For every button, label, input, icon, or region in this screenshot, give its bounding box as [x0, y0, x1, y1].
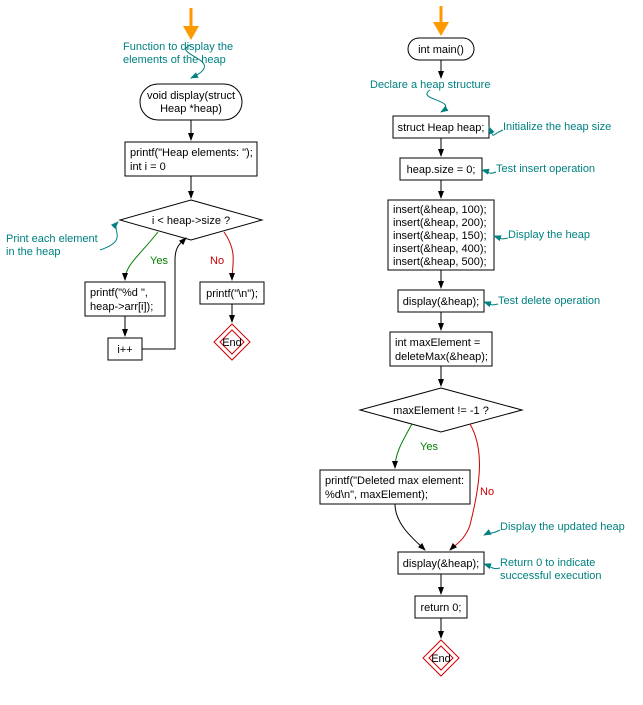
ann-return0: Return 0 to indicate successful executio… — [500, 557, 602, 582]
flowchart-canvas: Function to display the elements of the … — [0, 0, 643, 705]
display-sig-l1: void display(struct — [147, 90, 235, 102]
start-arrow-left — [183, 8, 199, 40]
ann-print-each: Print each element in the heap — [6, 233, 101, 258]
yes-label-left: Yes — [150, 255, 168, 267]
ann-func-line1: Function to display the — [123, 41, 233, 53]
decision-loop-cond: i < heap->size ? — [120, 200, 262, 240]
process-deletemax: int maxElement = deleteMax(&heap); — [390, 332, 492, 366]
decision-maxelement: maxElement != -1 ? — [360, 388, 522, 432]
process-display2: display(&heap); — [398, 552, 484, 574]
ins5: insert(&heap, 500); — [393, 256, 487, 268]
end-node-right: End — [423, 640, 459, 676]
delmax-l2: deleteMax(&heap); — [395, 351, 488, 363]
process-print-element: printf("%d ", heap->arr[i]); — [85, 282, 165, 316]
ann-display-updated: Display the updated heap — [500, 521, 625, 533]
incr-text: i++ — [117, 344, 132, 356]
terminal-display-func: void display(struct Heap *heap) — [140, 84, 242, 120]
end-text-right: End — [431, 653, 451, 665]
display-sig-l2: Heap *heap) — [160, 103, 222, 115]
flowchart-main: int main() Declare a heap structure stru… — [320, 6, 625, 676]
ins1: insert(&heap, 100); — [393, 204, 487, 216]
printdel-l2: %d\n", maxElement); — [325, 489, 428, 501]
newline-text: printf("\n"); — [206, 288, 258, 300]
process-declare-heap: struct Heap heap; — [393, 116, 489, 138]
ann-func-line2: elements of the heap — [123, 54, 226, 66]
ins2: insert(&heap, 200); — [393, 217, 487, 229]
declare-heap-text: struct Heap heap; — [398, 122, 485, 134]
print-el-l1: printf("%d ", — [90, 287, 148, 299]
process-init-loop: printf("Heap elements: "); int i = 0 — [125, 142, 257, 176]
cond-max-text: maxElement != -1 ? — [393, 405, 489, 417]
ann-func-display: Function to display the — [123, 41, 233, 53]
start-arrow-right — [433, 6, 449, 36]
end-node-left: End — [214, 324, 250, 360]
main-sig: int main() — [418, 44, 464, 56]
ann-test-delete: Test delete operation — [498, 295, 600, 307]
ann-declare-heap: Declare a heap structure — [370, 79, 490, 91]
end-text-left: End — [222, 337, 242, 349]
svg-text:void display(struct: void display(struct — [147, 90, 235, 102]
init-size-text: heap.size = 0; — [407, 164, 476, 176]
yes-label-right: Yes — [420, 441, 438, 453]
cond-loop-text: i < heap->size ? — [152, 215, 230, 227]
process-print-deleted: printf("Deleted max element: %d\n", maxE… — [320, 470, 470, 504]
ins4: insert(&heap, 400); — [393, 243, 487, 255]
delmax-l1: int maxElement = — [395, 337, 480, 349]
return0-text: return 0; — [421, 602, 462, 614]
flowchart-display: Function to display the elements of the … — [6, 8, 264, 360]
init-loop-l1: printf("Heap elements: "); — [130, 147, 253, 159]
print-el-l2: heap->arr[i]); — [90, 301, 153, 313]
ann-display-heap: Display the heap — [508, 229, 590, 241]
ins3: insert(&heap, 150); — [393, 230, 487, 242]
terminal-main: int main() — [408, 38, 474, 60]
process-increment: i++ — [108, 338, 142, 360]
process-init-size: heap.size = 0; — [400, 158, 482, 180]
display2-text: display(&heap); — [403, 558, 479, 570]
printdel-l1: printf("Deleted max element: — [325, 475, 464, 487]
no-label-right: No — [480, 486, 494, 498]
init-loop-l2: int i = 0 — [130, 161, 166, 173]
process-return0: return 0; — [415, 596, 467, 618]
process-inserts: insert(&heap, 100); insert(&heap, 200); … — [388, 200, 494, 270]
display1-text: display(&heap); — [403, 296, 479, 308]
ann-test-insert: Test insert operation — [496, 163, 595, 175]
no-label-left: No — [210, 255, 224, 267]
ann-init-size: Initialize the heap size — [503, 121, 611, 133]
process-display1: display(&heap); — [398, 290, 484, 312]
process-newline: printf("\n"); — [200, 282, 264, 304]
